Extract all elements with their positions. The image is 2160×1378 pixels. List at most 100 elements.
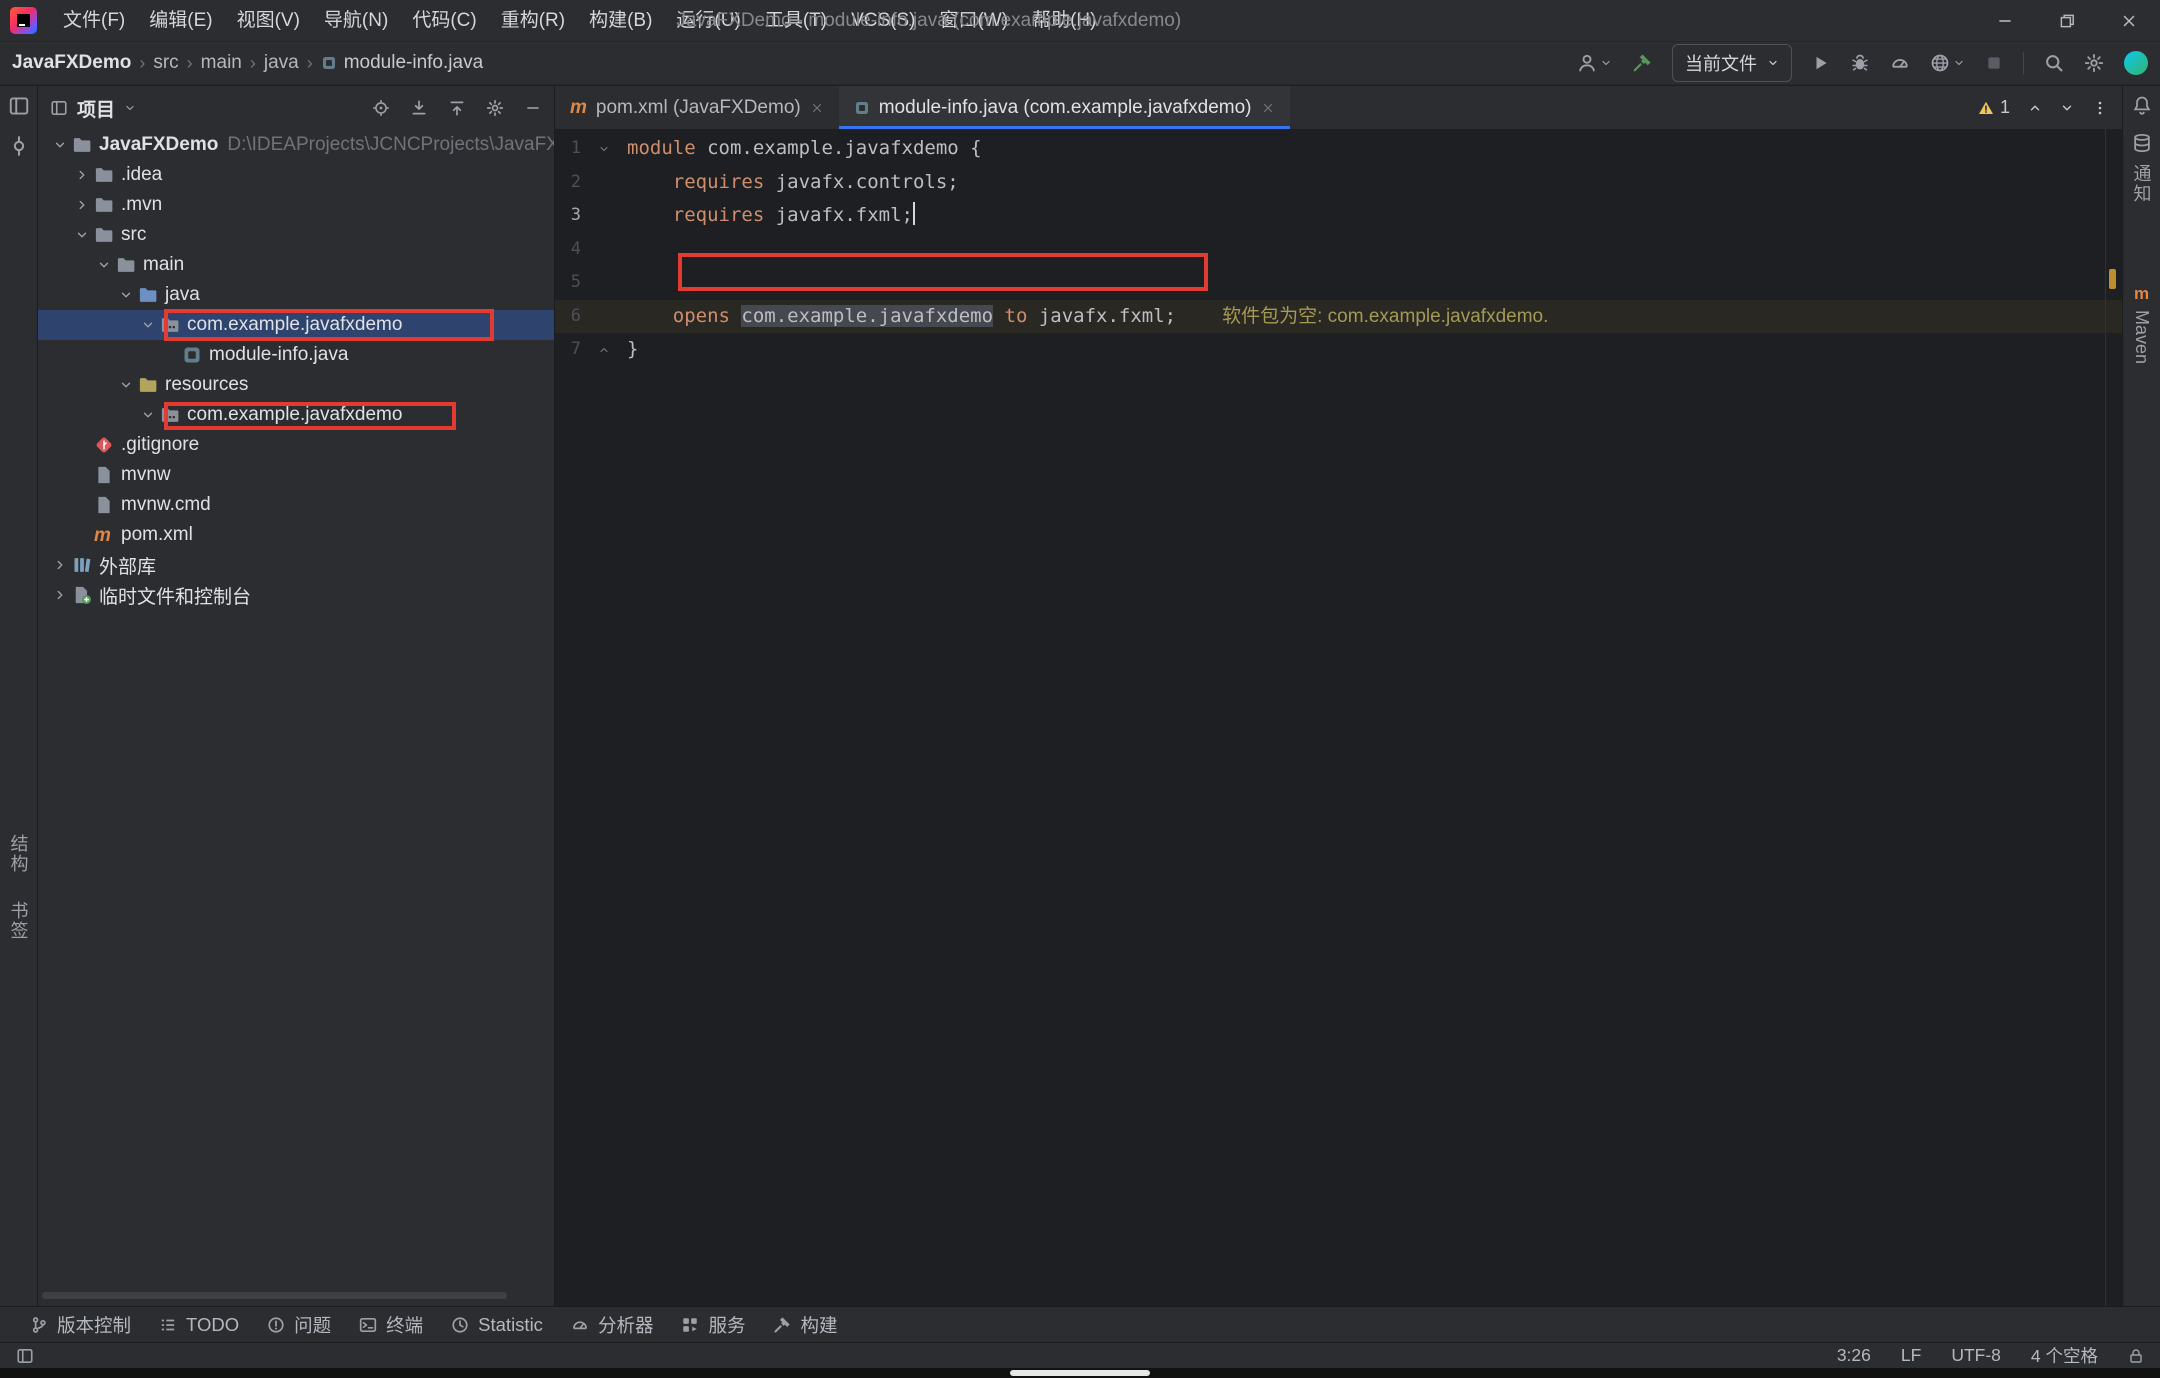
chevron-down-icon[interactable] — [124, 102, 136, 114]
tree-item-pom-xml[interactable]: m pom.xml — [38, 520, 554, 550]
tree-item-main[interactable]: main — [38, 250, 554, 280]
profiler-tool-button[interactable]: 分析器 — [557, 1312, 668, 1338]
previous-problem-icon[interactable] — [2028, 101, 2042, 115]
tree-item-label: JavaFXDemo — [99, 134, 218, 156]
user-dropdown-icon[interactable] — [1577, 53, 1612, 73]
horizontal-scrollbar[interactable] — [42, 1292, 507, 1299]
problems-tool-button[interactable]: 问题 — [253, 1312, 345, 1338]
avatar-status-icon[interactable] — [2124, 51, 2148, 75]
structure-tool-button[interactable]: 结构 — [6, 834, 32, 874]
code-editor[interactable]: 1 module com.example.javafxdemo { 2 requ… — [555, 129, 2122, 1306]
maven-tool-button[interactable]: m Maven — [2131, 284, 2152, 364]
breadcrumb-main[interactable]: main — [201, 52, 242, 74]
menu-file[interactable]: 文件(F) — [51, 0, 137, 42]
next-problem-icon[interactable] — [2060, 101, 2074, 115]
notifications-bell-icon[interactable] — [2132, 95, 2152, 115]
tree-item-mvnw-cmd[interactable]: mvnw.cmd — [38, 490, 554, 520]
database-tool-icon[interactable] — [2132, 133, 2152, 153]
menu-edit[interactable]: 编辑(E) — [137, 0, 224, 42]
tree-item-mvnw[interactable]: mvnw — [38, 460, 554, 490]
tab-pom-xml[interactable]: m pom.xml (JavaFXDemo) — [555, 86, 839, 129]
collapse-all-icon[interactable] — [448, 99, 466, 117]
project-panel-title[interactable]: 项目 — [77, 95, 115, 122]
chevron-right-icon[interactable] — [70, 168, 94, 182]
fold-marker-icon[interactable] — [581, 132, 627, 166]
more-options-icon[interactable] — [2092, 100, 2108, 116]
notifications-tool-button[interactable]: 通知 — [2129, 164, 2155, 204]
restore-button[interactable] — [2036, 0, 2098, 41]
profiler-button[interactable] — [1890, 53, 1910, 73]
chevron-down-icon[interactable] — [114, 288, 138, 302]
error-stripe-warning-mark[interactable] — [2109, 269, 2116, 289]
minimize-button[interactable] — [1974, 0, 2036, 41]
close-tab-icon[interactable] — [1261, 101, 1275, 115]
tree-item-external-libraries[interactable]: 外部库 — [38, 550, 554, 580]
breadcrumb-java[interactable]: java — [264, 52, 299, 74]
tree-item-idea[interactable]: .idea — [38, 160, 554, 190]
line-separator-indicator[interactable]: LF — [1901, 1345, 1921, 1366]
tree-item-src[interactable]: src — [38, 220, 554, 250]
tree-item-scratches[interactable]: 临时文件和控制台 — [38, 580, 554, 610]
chevron-down-icon[interactable] — [114, 378, 138, 392]
tree-item-gitignore[interactable]: .gitignore — [38, 430, 554, 460]
breadcrumb-project[interactable]: JavaFXDemo — [12, 52, 131, 74]
chevron-right-icon[interactable] — [48, 588, 72, 602]
tree-item-module-info[interactable]: module-info.java — [38, 340, 554, 370]
close-tab-icon[interactable] — [810, 101, 824, 115]
tree-item-mvn[interactable]: .mvn — [38, 190, 554, 220]
run-configuration-select[interactable]: 当前文件 — [1672, 44, 1792, 82]
project-tool-icon[interactable] — [8, 95, 30, 117]
chevron-down-icon[interactable] — [136, 318, 160, 332]
menu-build[interactable]: 构建(B) — [577, 0, 664, 42]
breadcrumb-src[interactable]: src — [153, 52, 178, 74]
menu-refactor[interactable]: 重构(R) — [489, 0, 577, 42]
search-everywhere-icon[interactable] — [2044, 53, 2064, 73]
text-cursor — [913, 202, 915, 225]
layout-toggle-icon[interactable] — [16, 1347, 34, 1365]
terminal-tool-button[interactable]: 终端 — [345, 1312, 437, 1338]
tab-module-info[interactable]: module-info.java (com.example.javafxdemo… — [839, 86, 1290, 129]
menu-code[interactable]: 代码(C) — [400, 0, 488, 42]
statistic-tool-button[interactable]: Statistic — [437, 1314, 557, 1336]
chevron-right-icon[interactable] — [70, 198, 94, 212]
version-control-tool-button[interactable]: 版本控制 — [16, 1312, 145, 1338]
editor-tab-bar: m pom.xml (JavaFXDemo) module-info.java … — [555, 86, 2122, 129]
chevron-down-icon[interactable] — [136, 408, 160, 422]
tree-item-java[interactable]: java — [38, 280, 554, 310]
chevron-down-icon[interactable] — [70, 228, 94, 242]
readonly-lock-icon[interactable] — [2128, 1348, 2144, 1364]
hide-panel-icon[interactable] — [524, 99, 542, 117]
chevron-down-icon[interactable] — [48, 138, 72, 152]
caret-position[interactable]: 3:26 — [1837, 1345, 1871, 1366]
chevron-right-icon[interactable] — [48, 558, 72, 572]
browser-run-dropdown-icon[interactable] — [1930, 53, 1965, 73]
indent-indicator[interactable]: 4 个空格 — [2031, 1343, 2098, 1368]
close-button[interactable] — [2098, 0, 2160, 41]
tree-item-label: src — [121, 224, 146, 246]
fold-end-marker-icon[interactable] — [581, 333, 627, 367]
bookmarks-tool-button[interactable]: 书签 — [6, 901, 32, 941]
stop-button[interactable] — [1985, 54, 2003, 72]
run-button[interactable] — [1812, 54, 1830, 72]
build-tool-button[interactable]: 构建 — [759, 1312, 851, 1338]
locate-file-icon[interactable] — [372, 99, 390, 117]
warning-indicator[interactable]: 1 — [1978, 97, 2010, 118]
chevron-down-icon[interactable] — [92, 258, 116, 272]
todo-tool-button[interactable]: TODO — [145, 1314, 253, 1336]
build-hammer-icon[interactable] — [1632, 53, 1652, 73]
left-tool-stripe: 结构 书签 — [0, 86, 38, 1306]
settings-gear-icon[interactable] — [2084, 53, 2104, 73]
tree-item-project-root[interactable]: JavaFXDemo D:\IDEAProjects\JCNCProjects\… — [38, 130, 554, 160]
tree-item-label: mvnw.cmd — [121, 494, 211, 516]
panel-options-gear-icon[interactable] — [486, 99, 504, 117]
services-tool-button[interactable]: 服务 — [667, 1312, 759, 1338]
breadcrumb-current-file[interactable]: module-info.java — [321, 52, 483, 74]
tree-item-resources[interactable]: resources — [38, 370, 554, 400]
menu-view[interactable]: 视图(V) — [225, 0, 312, 42]
encoding-indicator[interactable]: UTF-8 — [1951, 1345, 2001, 1366]
expand-all-icon[interactable] — [410, 99, 428, 117]
menu-navigate[interactable]: 导航(N) — [312, 0, 400, 42]
tree-item-label: .mvn — [121, 194, 162, 216]
debug-button[interactable] — [1850, 53, 1870, 73]
commit-tool-icon[interactable] — [8, 135, 30, 157]
